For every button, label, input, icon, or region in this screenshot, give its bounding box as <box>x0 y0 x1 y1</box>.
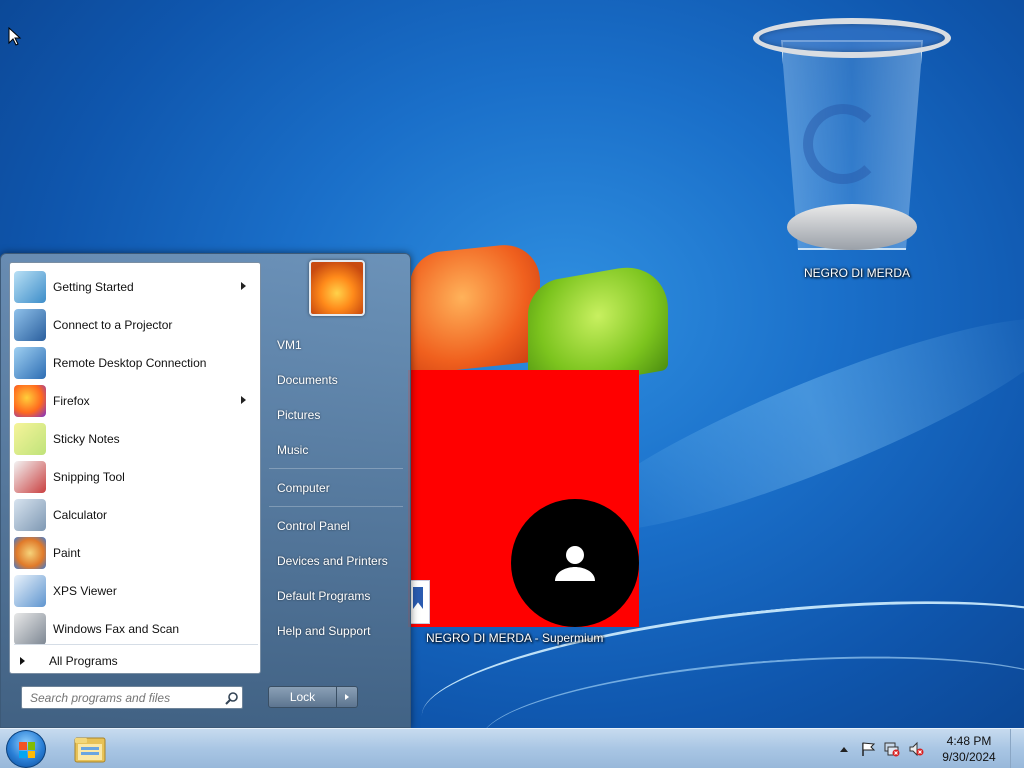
projector-icon <box>14 309 46 341</box>
program-item-xps-viewer[interactable]: XPS Viewer <box>14 573 258 609</box>
clock[interactable]: 4:48 PM 9/30/2024 <box>934 733 1004 765</box>
windows-logo-icon <box>19 742 35 758</box>
program-item-calculator[interactable]: Calculator <box>14 497 258 533</box>
show-desktop-button[interactable] <box>1010 729 1024 768</box>
calculator-icon <box>14 499 46 531</box>
system-tray: 4:48 PM 9/30/2024 <box>832 729 1024 768</box>
volume-muted-icon[interactable] <box>908 741 924 757</box>
all-programs-label: All Programs <box>49 654 118 668</box>
remote-desktop-icon <box>14 347 46 379</box>
start-menu-programs-pane: Getting Started Connect to a Projector Rem… <box>9 262 261 674</box>
submenu-arrow-icon[interactable] <box>241 396 246 404</box>
xps-viewer-icon <box>14 575 46 607</box>
network-icon[interactable] <box>884 741 900 757</box>
recycle-bin-label[interactable]: NEGRO DI MERDA <box>804 266 910 280</box>
start-menu: Getting Started Connect to a Projector Rem… <box>0 253 411 728</box>
snipping-tool-icon <box>14 461 46 493</box>
search-box <box>21 686 243 709</box>
right-item-devices-printers[interactable]: Devices and Printers <box>277 554 388 568</box>
user-picture[interactable] <box>309 260 365 316</box>
fax-scan-icon <box>14 613 46 645</box>
avatar[interactable] <box>511 499 639 627</box>
shutdown-options-button[interactable] <box>337 687 357 707</box>
right-item-computer[interactable]: Computer <box>277 481 330 495</box>
right-item-pictures[interactable]: Pictures <box>277 408 320 422</box>
program-item-remote-desktop[interactable]: Remote Desktop Connection <box>14 345 258 381</box>
program-item-firefox[interactable]: Firefox <box>14 383 258 419</box>
divider <box>269 468 403 469</box>
program-item-sticky-notes[interactable]: Sticky Notes <box>14 421 258 457</box>
right-item-control-panel[interactable]: Control Panel <box>277 519 350 533</box>
program-label: Sticky Notes <box>53 432 120 446</box>
taskbar: 4:48 PM 9/30/2024 <box>0 728 1024 768</box>
program-label: Calculator <box>53 508 108 522</box>
right-item-user[interactable]: VM1 <box>277 338 302 352</box>
arrow-right-icon <box>20 657 25 665</box>
recycle-symbol-icon <box>803 104 883 184</box>
lock-button[interactable]: Lock <box>268 686 358 708</box>
program-label: Connect to a Projector <box>53 318 173 332</box>
program-label: Remote Desktop Connection <box>53 356 207 370</box>
right-item-default-programs[interactable]: Default Programs <box>277 589 370 603</box>
clock-date: 9/30/2024 <box>942 750 996 764</box>
program-item-paint[interactable]: Paint <box>14 535 258 571</box>
program-label: Windows Fax and Scan <box>53 622 180 636</box>
right-item-documents[interactable]: Documents <box>277 373 338 387</box>
bin-base <box>787 204 917 250</box>
sticky-notes-icon <box>14 423 46 455</box>
submenu-arrow-icon[interactable] <box>241 282 246 290</box>
windows-logo-red <box>410 241 540 375</box>
mouse-cursor-icon <box>8 27 22 46</box>
program-item-snipping-tool[interactable]: Snipping Tool <box>14 459 258 495</box>
lock-label[interactable]: Lock <box>269 687 337 707</box>
bin-rim <box>753 18 951 58</box>
program-label: Getting Started <box>53 280 134 294</box>
program-label: Firefox <box>53 394 90 408</box>
supermium-shortcut-label[interactable]: NEGRO DI MERDA - Supermium <box>426 631 603 645</box>
chevron-right-icon <box>345 694 349 700</box>
right-item-music[interactable]: Music <box>277 443 308 457</box>
folder-icon <box>74 737 106 763</box>
program-label: Snipping Tool <box>53 470 125 484</box>
action-center-flag-icon[interactable] <box>860 741 876 757</box>
supermium-shortcut-icon[interactable] <box>410 580 430 624</box>
program-item-getting-started[interactable]: Getting Started <box>14 269 258 305</box>
search-input[interactable] <box>22 687 222 708</box>
clock-time: 4:48 PM <box>946 734 992 748</box>
search-icon[interactable] <box>222 688 242 708</box>
firefox-icon <box>14 385 46 417</box>
recycle-bin[interactable] <box>753 14 951 258</box>
show-hidden-icons-icon[interactable] <box>836 741 852 757</box>
all-programs-button[interactable]: All Programs <box>14 650 118 672</box>
program-label: XPS Viewer <box>53 584 117 598</box>
divider <box>269 506 403 507</box>
program-label: Paint <box>53 546 81 560</box>
right-item-help-support[interactable]: Help and Support <box>277 624 370 638</box>
getting-started-icon <box>14 271 46 303</box>
start-button[interactable] <box>6 730 46 768</box>
user-icon <box>555 546 595 581</box>
program-item-projector[interactable]: Connect to a Projector <box>14 307 258 343</box>
program-item-fax-scan[interactable]: Windows Fax and Scan <box>14 611 258 647</box>
taskbar-explorer-button[interactable] <box>72 732 108 766</box>
divider <box>14 644 258 645</box>
paint-icon <box>14 537 46 569</box>
